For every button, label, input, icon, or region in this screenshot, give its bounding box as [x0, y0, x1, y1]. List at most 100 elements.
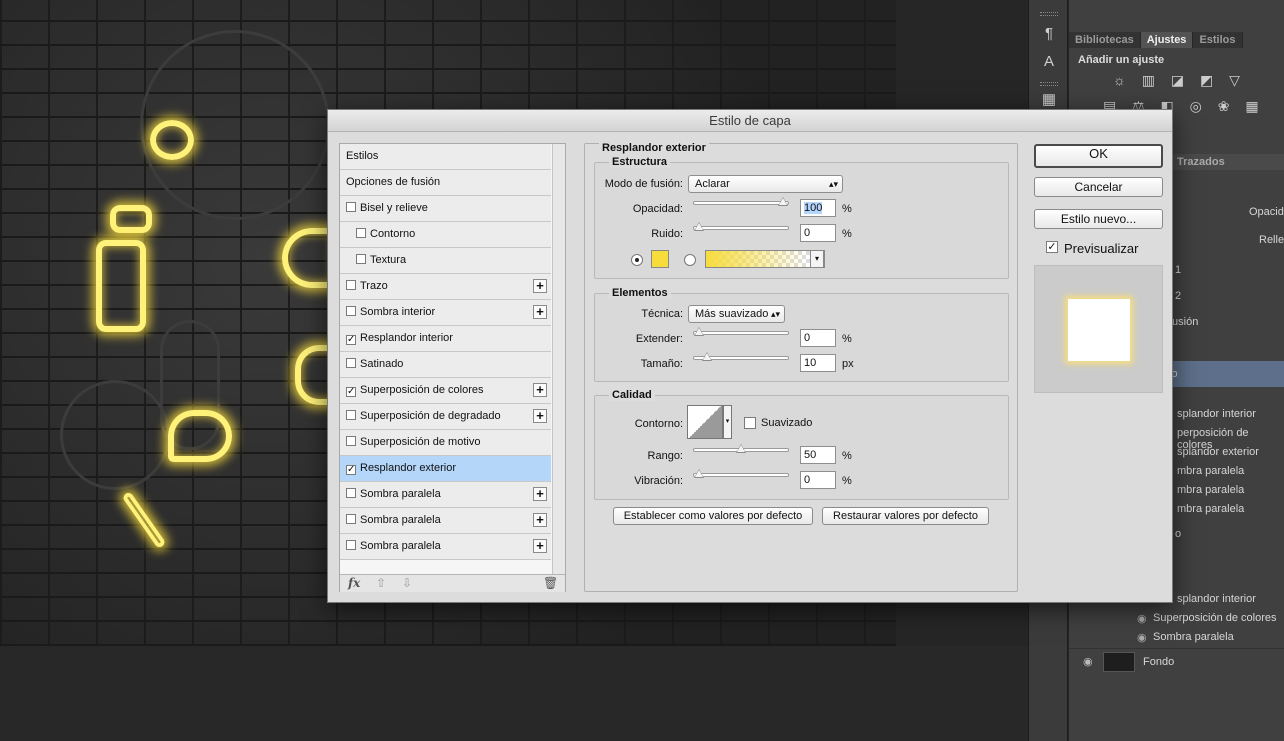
style-item[interactable]: Contorno [340, 222, 551, 248]
new-style-button[interactable]: Estilo nuevo... [1034, 209, 1163, 229]
layer-fragment[interactable]: fusión [1169, 316, 1198, 328]
glow-color-swatch[interactable] [651, 250, 669, 268]
slider-knob[interactable] [694, 469, 704, 478]
style-item[interactable]: Estilos [340, 144, 551, 170]
style-label: Superposición de colores [360, 384, 484, 396]
add-style-icon[interactable]: + [533, 305, 547, 319]
layer-fondo[interactable]: ◉ Fondo [1069, 648, 1284, 676]
eye-icon[interactable]: ◉ [1137, 612, 1147, 625]
style-item[interactable]: Sombra interior + [340, 300, 551, 326]
style-checkbox[interactable] [346, 280, 356, 290]
add-style-icon[interactable]: + [533, 409, 547, 423]
gradient-radio[interactable] [684, 254, 696, 266]
preview-checkbox[interactable]: ✓ [1046, 241, 1058, 253]
range-input[interactable]: 50 [800, 446, 836, 464]
eye-icon[interactable]: ◉ [1137, 631, 1147, 644]
blend-mode-select[interactable]: Aclarar ▴▾ [688, 175, 843, 193]
noise-slider[interactable] [693, 222, 789, 231]
set-default-button[interactable]: Establecer como valores por defecto [613, 507, 813, 525]
reset-default-button[interactable]: Restaurar valores por defecto [822, 507, 989, 525]
style-item[interactable]: ✓ Superposición de colores + [340, 378, 551, 404]
style-item[interactable]: Sombra paralela + [340, 482, 551, 508]
eye-icon[interactable]: ◉ [1083, 655, 1093, 668]
character-icon[interactable]: A [1039, 52, 1059, 72]
panel-grip[interactable] [1040, 82, 1058, 86]
style-item[interactable]: Opciones de fusión [340, 170, 551, 196]
size-input[interactable]: 10 [800, 354, 836, 372]
opacity-input[interactable]: 100 [800, 199, 836, 217]
gradient-dropdown[interactable]: ▾ [810, 250, 824, 268]
style-label: Resplandor exterior [360, 462, 456, 474]
contour-dropdown[interactable]: ▾ [723, 405, 732, 439]
add-style-icon[interactable]: + [533, 383, 547, 397]
style-checkbox[interactable] [346, 514, 356, 524]
workspace-background [0, 646, 1028, 741]
jitter-input[interactable]: 0 [800, 471, 836, 489]
style-checkbox[interactable] [346, 436, 356, 446]
adjustment-icons-row1[interactable]: ☼ ▥ ◪ ◩ ▽ [1113, 72, 1246, 89]
add-style-icon[interactable]: + [533, 279, 547, 293]
fx-icon[interactable]: fx [348, 576, 360, 590]
style-checkbox[interactable]: ✓ [346, 387, 356, 397]
style-item[interactable]: ✓ Resplandor exterior [340, 456, 551, 482]
tab-ajustes[interactable]: Ajustes [1140, 32, 1194, 48]
style-checkbox[interactable] [346, 202, 356, 212]
styles-scrollbar[interactable] [552, 144, 565, 574]
contour-picker[interactable] [687, 405, 723, 439]
slider-knob[interactable] [694, 222, 704, 231]
jitter-slider[interactable] [693, 469, 789, 478]
layer-fragment[interactable]: 2 [1175, 290, 1181, 302]
layer-fragment[interactable]: 1 [1175, 264, 1181, 276]
selected-layer[interactable] [1161, 361, 1284, 387]
noise-input[interactable]: 0 [800, 224, 836, 242]
style-item[interactable]: Sombra paralela + [340, 534, 551, 560]
style-checkbox[interactable] [346, 358, 356, 368]
style-checkbox[interactable] [346, 306, 356, 316]
style-item[interactable]: Satinado [340, 352, 551, 378]
style-checkbox[interactable] [356, 228, 366, 238]
technique-select[interactable]: Más suavizado ▴▾ [688, 305, 785, 323]
style-item[interactable]: Textura [340, 248, 551, 274]
style-checkbox[interactable] [346, 410, 356, 420]
style-checkbox[interactable] [356, 254, 366, 264]
spread-slider[interactable] [693, 327, 789, 336]
tab-estilos[interactable]: Estilos [1193, 32, 1243, 48]
style-label: Contorno [370, 228, 416, 240]
spread-label: Extender: [635, 333, 683, 345]
style-item[interactable]: Superposición de degradado + [340, 404, 551, 430]
spread-input[interactable]: 0 [800, 329, 836, 347]
slider-knob[interactable] [778, 197, 788, 206]
ok-button[interactable]: OK [1034, 144, 1163, 168]
grid-icon[interactable]: ▦ [1039, 90, 1059, 110]
slider-knob[interactable] [736, 444, 746, 453]
panel-grip[interactable] [1040, 12, 1058, 16]
opacity-slider[interactable] [693, 197, 789, 206]
tab-bibliotecas[interactable]: Bibliotecas [1069, 32, 1141, 48]
trash-icon[interactable]: 🗑 [543, 576, 558, 590]
paragraph-icon[interactable]: ¶ [1039, 24, 1059, 44]
add-style-icon[interactable]: + [533, 539, 547, 553]
cancel-button[interactable]: Cancelar [1034, 177, 1163, 197]
antialias-checkbox[interactable] [744, 417, 756, 429]
preview-label: Previsualizar [1064, 241, 1139, 256]
move-up-icon[interactable]: ⇧ [376, 576, 386, 590]
move-down-icon[interactable]: ⇩ [402, 576, 412, 590]
style-checkbox[interactable] [346, 488, 356, 498]
add-style-icon[interactable]: + [533, 487, 547, 501]
slider-knob[interactable] [694, 327, 704, 336]
add-style-icon[interactable]: + [533, 513, 547, 527]
style-checkbox[interactable]: ✓ [346, 335, 356, 345]
size-slider[interactable] [693, 352, 789, 361]
range-slider[interactable] [693, 444, 789, 453]
slider-knob[interactable] [702, 352, 712, 361]
tab-trazados[interactable]: Trazados [1173, 154, 1284, 170]
solid-color-radio[interactable] [631, 254, 643, 266]
style-item[interactable]: Superposición de motivo [340, 430, 551, 456]
style-item[interactable]: Trazo + [340, 274, 551, 300]
style-item[interactable]: Bisel y relieve [340, 196, 551, 222]
style-checkbox[interactable]: ✓ [346, 465, 356, 475]
style-item[interactable]: ✓ Resplandor interior [340, 326, 551, 352]
style-item[interactable]: Sombra paralela + [340, 508, 551, 534]
style-checkbox[interactable] [346, 540, 356, 550]
gradient-picker[interactable] [705, 250, 825, 268]
